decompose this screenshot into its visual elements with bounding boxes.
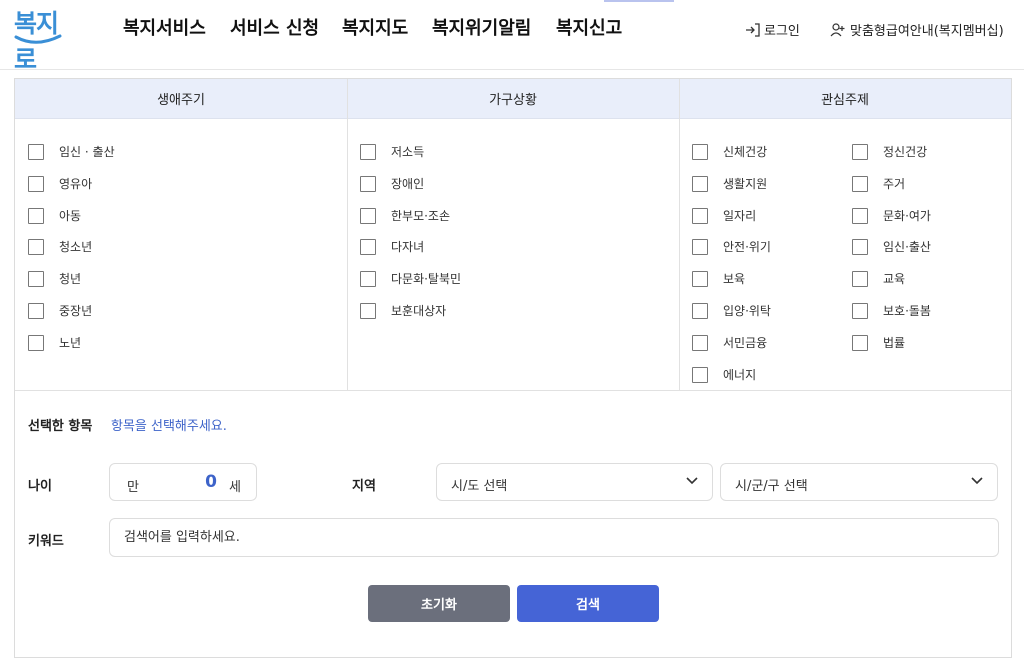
membership-link[interactable]: 맞춤형급여안내(복지멤버십) xyxy=(830,20,1004,39)
region-label: 지역 xyxy=(352,479,376,494)
section-divider xyxy=(15,390,1011,391)
checkbox-lifecycle[interactable]: 임신 · 출산 xyxy=(28,143,115,160)
reset-button[interactable]: 초기화 xyxy=(368,585,510,622)
age-label: 나이 xyxy=(28,479,52,494)
checkbox-lifecycle[interactable]: 아동 xyxy=(28,207,81,224)
chevron-down-icon xyxy=(686,477,698,485)
checkbox-lifecycle[interactable]: 청년 xyxy=(28,270,81,287)
checkbox-box[interactable] xyxy=(852,175,868,192)
logo[interactable]: 복지로 xyxy=(12,4,66,74)
checkbox-interest[interactable]: 입양·위탁 xyxy=(692,302,771,319)
checkbox-box[interactable] xyxy=(692,334,708,351)
checkbox-household[interactable]: 장애인 xyxy=(360,175,424,192)
checkbox-lifecycle[interactable]: 청소년 xyxy=(28,238,92,255)
nav-service-apply[interactable]: 서비스 신청 xyxy=(230,14,319,40)
checkbox-box[interactable] xyxy=(692,302,708,319)
checkbox-household[interactable]: 다문화·탈북민 xyxy=(360,270,461,287)
checkbox-box[interactable] xyxy=(692,207,708,224)
checkbox-interest[interactable]: 서민금융 xyxy=(692,334,767,351)
checkbox-interest[interactable]: 임신·출산 xyxy=(852,238,931,255)
checkbox-box[interactable] xyxy=(852,270,868,287)
sido-select[interactable]: 시/도 선택 xyxy=(436,463,713,501)
checkbox-box[interactable] xyxy=(360,175,376,192)
checkbox-box[interactable] xyxy=(28,238,44,255)
age-prefix: 만 xyxy=(127,480,139,495)
column-header-interest: 관심주제 xyxy=(679,79,1011,119)
age-input[interactable]: 만 0 세 xyxy=(109,463,257,501)
checkbox-box[interactable] xyxy=(692,238,708,255)
checkbox-box[interactable] xyxy=(852,238,868,255)
login-icon xyxy=(746,22,760,37)
column-header-lifecycle: 생애주기 xyxy=(15,79,347,119)
checkbox-box[interactable] xyxy=(852,302,868,319)
checkbox-interest[interactable]: 교육 xyxy=(852,270,905,287)
checkbox-box[interactable] xyxy=(692,366,708,383)
checkbox-interest[interactable]: 법률 xyxy=(852,334,905,351)
checkbox-interest[interactable]: 일자리 xyxy=(692,207,756,224)
checkbox-box[interactable] xyxy=(28,175,44,192)
keyword-label: 키워드 xyxy=(28,534,64,549)
checkbox-box[interactable] xyxy=(28,270,44,287)
checkbox-box[interactable] xyxy=(28,143,44,160)
search-button[interactable]: 검색 xyxy=(517,585,659,622)
checkbox-interest[interactable]: 보육 xyxy=(692,270,745,287)
checkbox-box[interactable] xyxy=(28,302,44,319)
column-header-household: 가구상황 xyxy=(347,79,679,119)
checkbox-box[interactable] xyxy=(692,143,708,160)
nav-crisis-alert[interactable]: 복지위기알림 xyxy=(432,14,531,40)
logo-swoosh-icon xyxy=(14,34,62,44)
nav-welfare-report[interactable]: 복지신고 xyxy=(556,14,622,40)
checkbox-household[interactable]: 다자녀 xyxy=(360,238,424,255)
login-link[interactable]: 로그인 xyxy=(745,20,800,39)
nav-indicator xyxy=(604,0,674,2)
column-divider xyxy=(679,79,680,391)
checkbox-box[interactable] xyxy=(692,270,708,287)
age-suffix: 세 xyxy=(229,480,241,495)
site-header: 복지로 복지서비스 서비스 신청 복지지도 복지위기알림 복지신고 로그인 맞춤… xyxy=(0,0,1024,74)
sido-select-value: 시/도 선택 xyxy=(451,479,508,494)
checkbox-interest[interactable]: 문화·여가 xyxy=(852,207,931,224)
checkbox-interest[interactable]: 정신건강 xyxy=(852,143,927,160)
checkbox-household[interactable]: 저소득 xyxy=(360,143,424,160)
selected-items-label: 선택한 항목 xyxy=(28,419,93,434)
checkbox-lifecycle[interactable]: 영유아 xyxy=(28,175,92,192)
checkbox-box[interactable] xyxy=(28,334,44,351)
selected-items-value: 항목을 선택해주세요. xyxy=(111,419,227,434)
login-label: 로그인 xyxy=(764,24,800,39)
checkbox-interest[interactable]: 에너지 xyxy=(692,366,756,383)
checkbox-box[interactable] xyxy=(360,238,376,255)
checkbox-box[interactable] xyxy=(360,143,376,160)
checkbox-interest[interactable]: 보호·돌봄 xyxy=(852,302,931,319)
checkbox-box[interactable] xyxy=(360,270,376,287)
checkbox-lifecycle[interactable]: 중장년 xyxy=(28,302,92,319)
checkbox-box[interactable] xyxy=(852,207,868,224)
checkbox-interest[interactable]: 신체건강 xyxy=(692,143,767,160)
checkbox-box[interactable] xyxy=(852,143,868,160)
column-divider xyxy=(347,79,348,391)
filter-panel: 생애주기 가구상황 관심주제 임신 · 출산 영유아 아동 청소년 청년 중장년… xyxy=(14,78,1012,658)
membership-label: 맞춤형급여안내(복지멤버십) xyxy=(850,24,1004,39)
nav-welfare-map[interactable]: 복지지도 xyxy=(342,14,408,40)
chevron-down-icon xyxy=(971,477,983,485)
age-value[interactable]: 0 xyxy=(195,472,217,492)
checkbox-interest[interactable]: 생활지원 xyxy=(692,175,767,192)
checkbox-box[interactable] xyxy=(360,207,376,224)
keyword-input[interactable] xyxy=(109,518,999,557)
sigungu-select[interactable]: 시/군/구 선택 xyxy=(720,463,998,501)
checkbox-lifecycle[interactable]: 노년 xyxy=(28,334,81,351)
checkbox-interest[interactable]: 안전·위기 xyxy=(692,238,771,255)
checkbox-interest[interactable]: 주거 xyxy=(852,175,905,192)
checkbox-household[interactable]: 한부모·조손 xyxy=(360,207,450,224)
sigungu-select-value: 시/군/구 선택 xyxy=(735,479,808,494)
checkbox-box[interactable] xyxy=(360,302,376,319)
nav-welfare-service[interactable]: 복지서비스 xyxy=(123,14,206,40)
checkbox-household[interactable]: 보훈대상자 xyxy=(360,302,446,319)
checkbox-box[interactable] xyxy=(692,175,708,192)
checkbox-box[interactable] xyxy=(852,334,868,351)
checkbox-box[interactable] xyxy=(28,207,44,224)
user-add-icon xyxy=(830,22,845,36)
